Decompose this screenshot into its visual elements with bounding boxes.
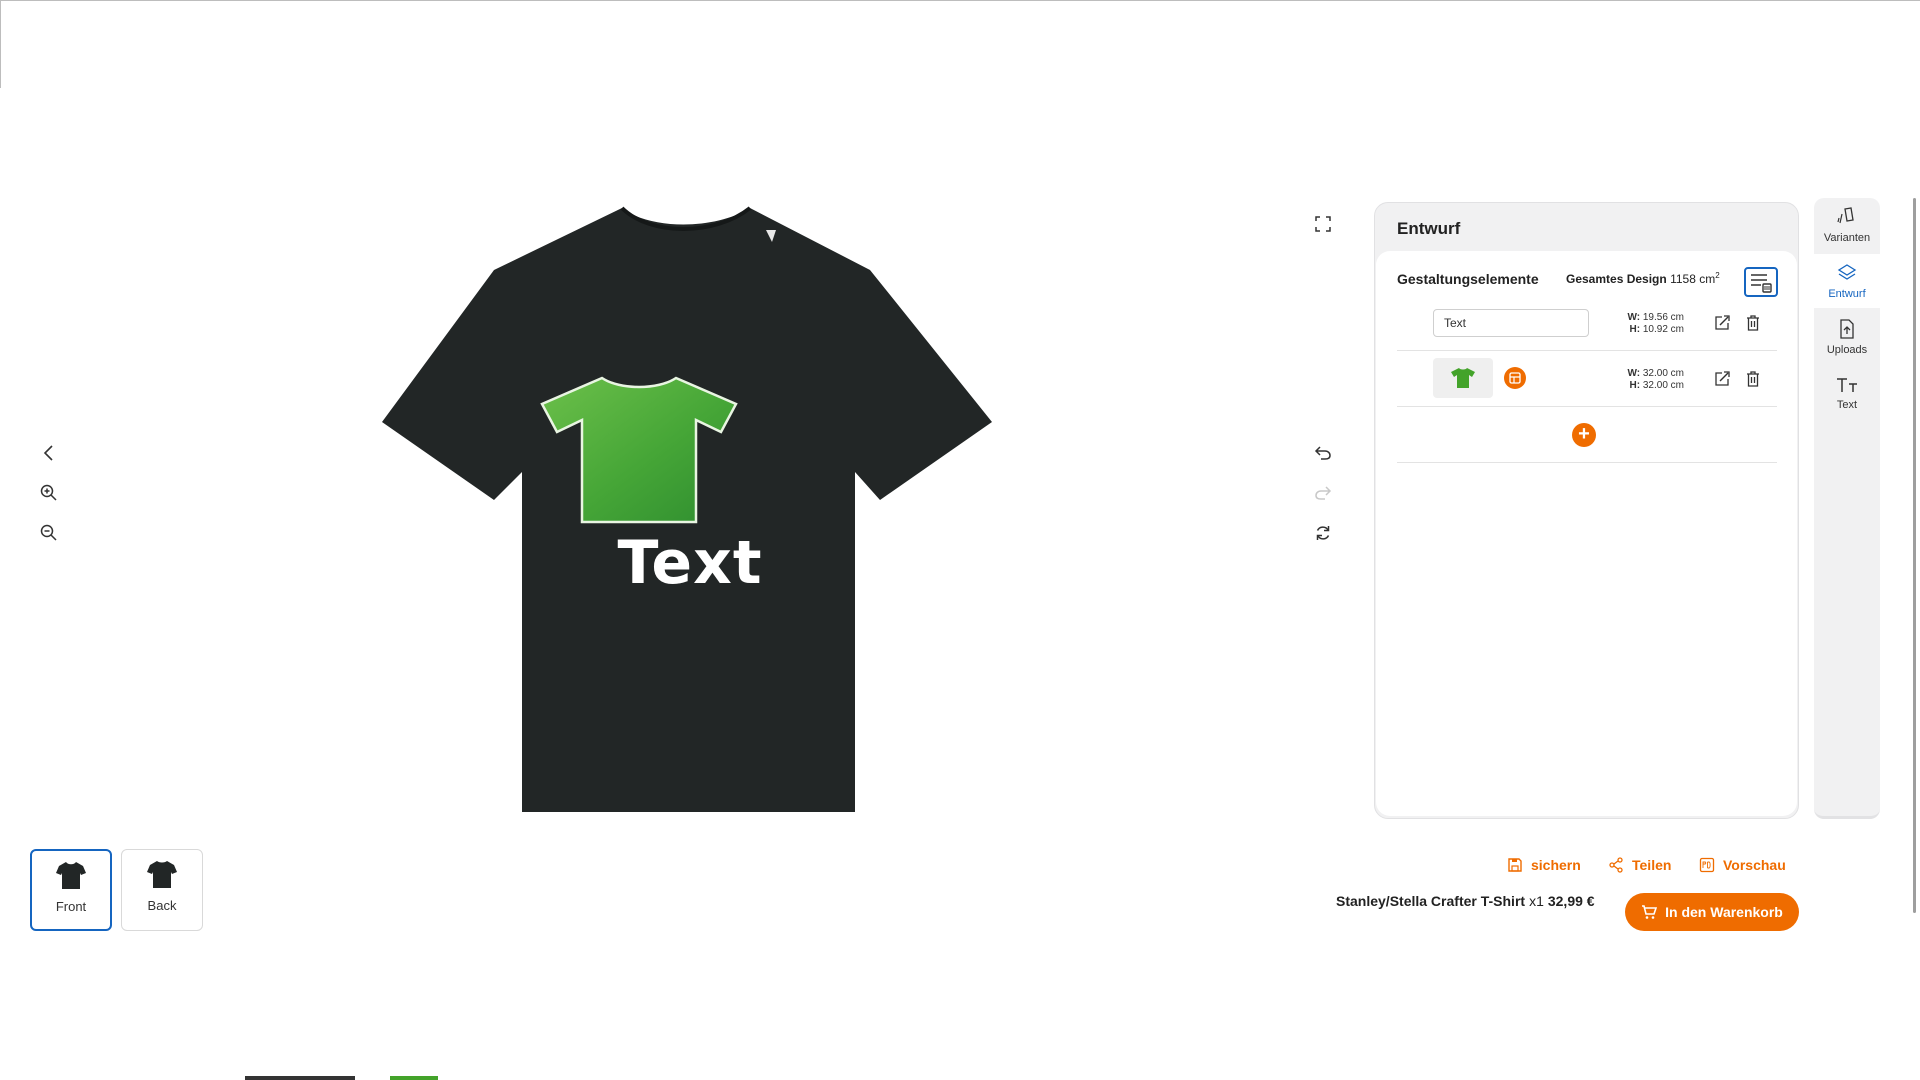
share-button[interactable]: Teilen <box>1608 855 1671 875</box>
view-front[interactable]: Front <box>30 849 112 931</box>
share-label: Teilen <box>1632 857 1672 873</box>
text-element-input[interactable] <box>1433 309 1589 337</box>
width-label: W: <box>1627 368 1641 379</box>
edit-icon <box>1715 315 1730 330</box>
zoom-in-button[interactable] <box>33 477 65 509</box>
tab-uploads[interactable]: Uploads <box>1814 310 1880 364</box>
edit-element-button[interactable] <box>1711 368 1733 390</box>
view-back[interactable]: Back <box>121 849 203 931</box>
green-shirt-thumb-icon <box>1451 368 1475 388</box>
delete-element-button[interactable] <box>1742 368 1764 390</box>
add-to-cart-button[interactable]: In den Warenkorb <box>1625 893 1799 931</box>
design-text-element[interactable]: Text <box>520 528 860 598</box>
design-elements-section: Gestaltungselemente Gesamtes Design 1158… <box>1376 251 1797 816</box>
zoom-out-icon <box>40 524 57 541</box>
share-icon <box>1609 857 1623 873</box>
tab-uploads-label: Uploads <box>1826 344 1868 356</box>
chevron-left-icon <box>43 445 53 461</box>
product-name: Stanley/Stella Crafter T-Shirt <box>1336 893 1526 909</box>
total-design-unit-sup: 2 <box>1715 271 1720 280</box>
width-value: 19.56 cm <box>1642 312 1684 323</box>
tab-text[interactable]: Text <box>1814 366 1880 420</box>
image-quality-badge[interactable] <box>1504 367 1526 389</box>
add-row-divider <box>1397 407 1777 463</box>
design-element-row[interactable]: W: 19.56 cm H: 10.92 cm <box>1397 295 1777 351</box>
tab-design[interactable]: Entwurf <box>1814 254 1880 308</box>
height-value: 10.92 cm <box>1642 324 1684 335</box>
total-design-value: 1158 cm <box>1670 272 1716 286</box>
back-button[interactable] <box>33 437 65 469</box>
element-dimensions: W: 32.00 cm H: 32.00 cm <box>1622 368 1684 392</box>
product-summary: Stanley/Stella Crafter T-Shirt x1 32,99 € <box>1336 893 1595 909</box>
total-design-area: Gesamtes Design 1158 cm2 <box>1566 271 1720 286</box>
design-elements-title: Gestaltungselemente <box>1397 271 1539 287</box>
zoom-out-button[interactable] <box>33 517 65 549</box>
delete-element-button[interactable] <box>1742 312 1764 334</box>
page-bottom-content <box>245 1076 355 1080</box>
design-panel: Entwurf Gestaltungselemente Gesamtes Des… <box>1374 202 1799 819</box>
reset-button[interactable] <box>1307 517 1339 549</box>
tab-variants-label: Varianten <box>1823 232 1871 244</box>
undo-button[interactable] <box>1307 437 1339 469</box>
zoom-in-icon <box>40 484 57 501</box>
width-label: W: <box>1627 312 1641 323</box>
tab-text-label: Text <box>1836 399 1858 411</box>
element-dimensions: W: 19.56 cm H: 10.92 cm <box>1622 312 1684 336</box>
upload-icon <box>1840 319 1854 339</box>
view-front-label: Front <box>55 899 87 914</box>
height-label: H: <box>1629 380 1641 391</box>
tshirt-canvas[interactable]: Text <box>370 200 1000 820</box>
redo-button[interactable] <box>1307 477 1339 509</box>
save-icon <box>1508 858 1522 872</box>
fullscreen-button[interactable] <box>1307 208 1339 240</box>
left-border <box>0 0 1 88</box>
image-element-thumbnail <box>1433 358 1493 398</box>
add-to-cart-label: In den Warenkorb <box>1665 904 1783 920</box>
tshirt-thumb-icon <box>147 861 177 888</box>
trash-icon <box>1747 371 1759 387</box>
preview-button[interactable]: Vorschau <box>1699 855 1786 875</box>
width-value: 32.00 cm <box>1642 368 1684 379</box>
image-badge-icon <box>1509 372 1521 384</box>
height-value: 32.00 cm <box>1642 380 1684 391</box>
cart-icon <box>1642 905 1658 919</box>
view-back-label: Back <box>147 898 177 913</box>
product-price: 32,99 € <box>1547 893 1595 909</box>
layers-menu-button[interactable] <box>1744 267 1778 297</box>
product-quantity: x1 <box>1529 893 1544 909</box>
layers-icon <box>1837 264 1857 280</box>
redo-icon <box>1315 486 1332 500</box>
text-icon <box>1837 378 1857 392</box>
fullscreen-icon <box>1315 216 1331 232</box>
top-border <box>0 0 1920 1</box>
refresh-icon <box>1316 526 1330 540</box>
list-delete-icon <box>1751 274 1772 293</box>
variants-icon <box>1837 207 1854 224</box>
page-bottom-accent <box>390 1076 438 1080</box>
save-label: sichern <box>1531 857 1581 873</box>
edit-element-button[interactable] <box>1711 312 1733 334</box>
design-element-row[interactable]: W: 32.00 cm H: 32.00 cm <box>1397 351 1777 407</box>
tab-variants[interactable]: Varianten <box>1814 198 1880 252</box>
save-button[interactable]: sichern <box>1507 855 1581 875</box>
tshirt-image <box>382 206 992 812</box>
tab-design-label: Entwurf <box>1828 288 1866 300</box>
edit-icon <box>1715 371 1730 386</box>
panel-title: Entwurf <box>1397 219 1461 238</box>
undo-icon <box>1314 446 1331 460</box>
pdf-icon <box>1699 857 1715 873</box>
total-design-label: Gesamtes Design <box>1566 272 1667 286</box>
tool-sidebar: Varianten Entwurf Uploads Text <box>1814 198 1880 819</box>
page-scrollbar[interactable] <box>1913 198 1916 913</box>
height-label: H: <box>1629 324 1641 335</box>
preview-label: Vorschau <box>1723 857 1786 873</box>
tshirt-thumb-icon <box>56 862 86 889</box>
trash-icon <box>1747 315 1759 331</box>
